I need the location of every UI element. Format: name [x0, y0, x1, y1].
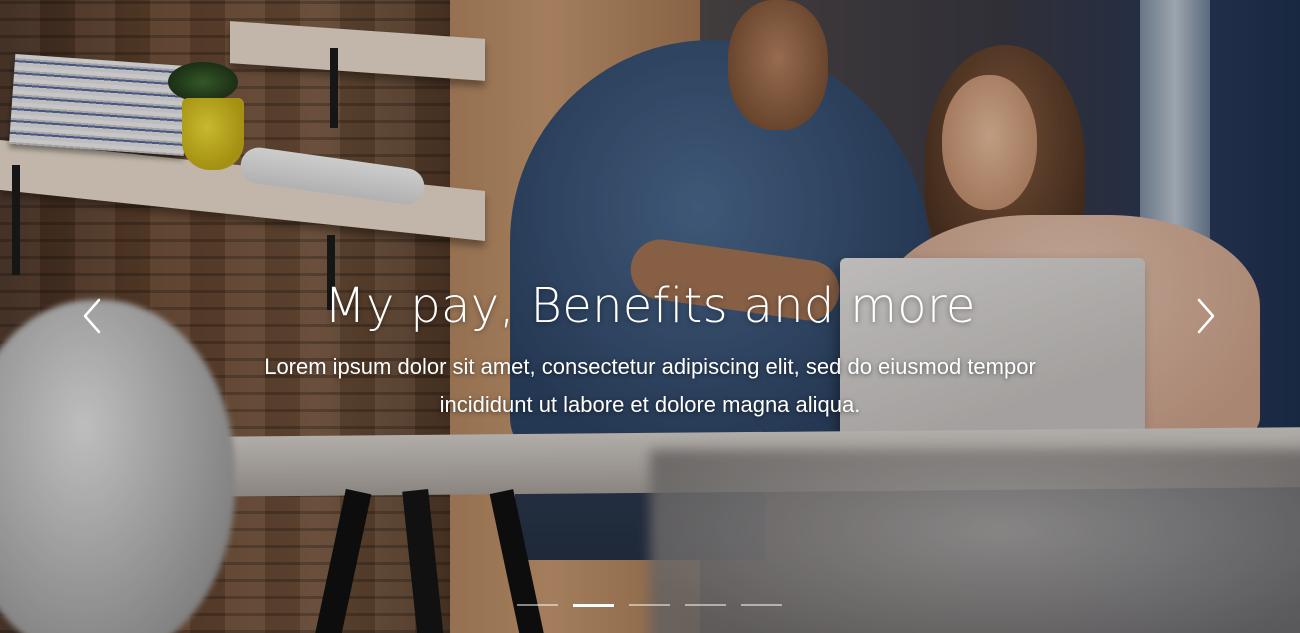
carousel-indicator-1[interactable]	[517, 604, 558, 606]
carousel-prev-button[interactable]	[75, 296, 111, 336]
chevron-right-icon	[1197, 298, 1215, 334]
carousel-indicators	[517, 603, 782, 607]
slide-description: Lorem ipsum dolor sit amet, consectetur …	[264, 354, 1036, 417]
chevron-left-icon	[83, 298, 101, 334]
carousel-indicator-2[interactable]	[573, 603, 614, 607]
hero-carousel: My pay, Benefits and more Lorem ipsum do…	[0, 0, 1300, 633]
slide-caption: My pay, Benefits and more Lorem ipsum do…	[150, 278, 1150, 424]
carousel-indicator-4[interactable]	[685, 604, 726, 606]
carousel-indicator-3[interactable]	[629, 604, 670, 606]
carousel-indicator-5[interactable]	[741, 604, 782, 606]
slide-title: My pay, Benefits and more	[324, 278, 976, 334]
carousel-next-button[interactable]	[1187, 296, 1223, 336]
